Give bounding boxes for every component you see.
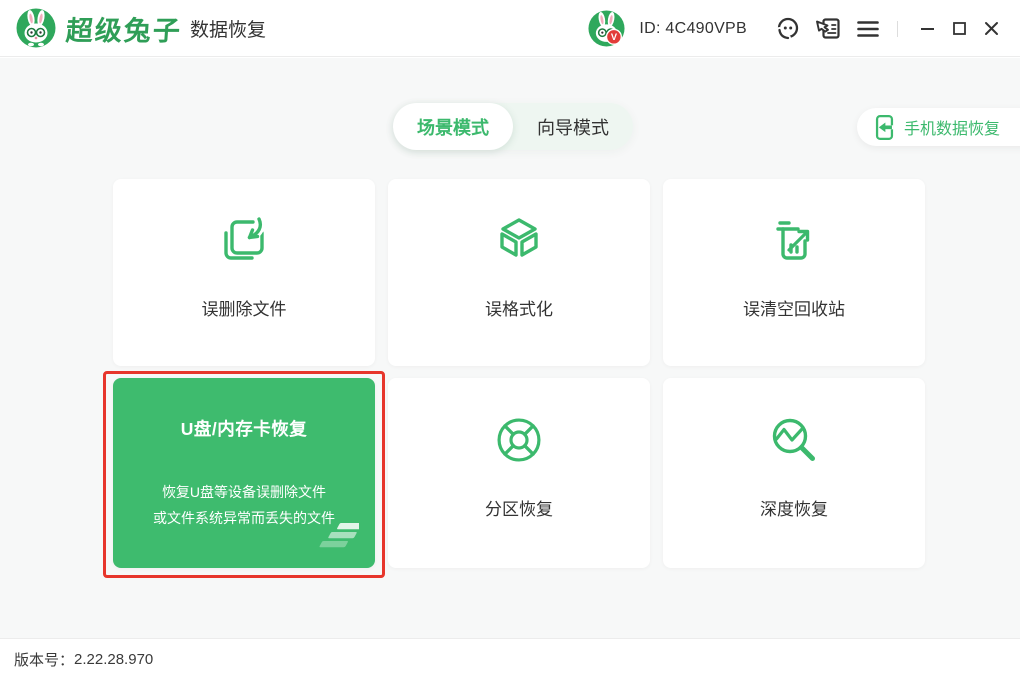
description-line-1: 恢复U盘等设备误删除文件 (153, 479, 335, 505)
maximize-button[interactable] (946, 16, 972, 42)
app-title: 超级兔子 (65, 9, 184, 48)
card-formatted[interactable]: 误格式化 (388, 179, 650, 366)
description-line-2: 或文件系统异常而丢失的文件 (153, 505, 335, 531)
main-content: 场景模式 向导模式 手机数据恢复 误删除文件 (0, 58, 1020, 638)
tab-wizard-mode[interactable]: 向导模式 (513, 103, 633, 150)
feedback-icon[interactable] (813, 14, 843, 44)
card-usb-memory-card-recovery[interactable]: U盘/内存卡恢复 恢复U盘等设备误删除文件 或文件系统异常而丢失的文件 (113, 378, 375, 568)
card-label: 误格式化 (485, 295, 553, 320)
cube-icon (491, 212, 547, 273)
deep-scan-icon (766, 412, 822, 473)
partition-icon (491, 412, 547, 473)
version-label: 版本号： (14, 649, 74, 670)
close-button[interactable] (978, 16, 1004, 42)
app-subtitle: 数据恢复 (190, 15, 266, 42)
layers-icon (319, 521, 359, 556)
brand: 超级兔子 数据恢复 (16, 8, 266, 48)
tab-scene-mode[interactable]: 场景模式 (393, 103, 513, 150)
green-card-title: U盘/内存卡恢复 (181, 416, 308, 441)
card-partition-recovery[interactable]: 分区恢复 (388, 378, 650, 568)
phone-arrow-icon (874, 114, 895, 141)
phone-recovery-label: 手机数据恢复 (904, 115, 1000, 139)
card-label: 误删除文件 (202, 295, 287, 320)
user-id-label: ID: 4C490VPB (639, 20, 747, 38)
version-value: 2.22.28.970 (74, 651, 153, 668)
app-logo-rabbit-icon (16, 8, 56, 48)
green-card-description: 恢复U盘等设备误删除文件 或文件系统异常而丢失的文件 (153, 479, 335, 531)
card-deleted-files[interactable]: 误删除文件 (113, 179, 375, 366)
card-deep-recovery[interactable]: 深度恢复 (663, 378, 925, 568)
restore-file-icon (216, 212, 272, 273)
customer-service-headset-icon[interactable] (773, 14, 803, 44)
user-avatar[interactable]: V (588, 10, 625, 47)
card-label: 分区恢复 (485, 495, 553, 520)
card-label: 误清空回收站 (743, 295, 845, 320)
title-bar: 超级兔子 数据恢复 V ID: 4C490VPB (0, 0, 1020, 57)
menu-hamburger-icon[interactable] (853, 14, 883, 44)
status-bar: 版本号： 2.22.28.970 (0, 638, 1020, 680)
svg-text:V: V (611, 32, 618, 42)
mode-tabs: 场景模式 向导模式 (393, 103, 633, 150)
minimize-button[interactable] (914, 16, 940, 42)
avatar-rabbit-icon: V (588, 10, 625, 47)
recovery-cards-grid: 误删除文件 误格式化 (113, 179, 925, 568)
phone-data-recovery-button[interactable]: 手机数据恢复 (857, 108, 1020, 146)
card-emptied-recycle-bin[interactable]: 误清空回收站 (663, 179, 925, 366)
card-label: 深度恢复 (760, 495, 828, 520)
titlebar-divider (897, 21, 898, 37)
trash-restore-icon (766, 212, 822, 273)
